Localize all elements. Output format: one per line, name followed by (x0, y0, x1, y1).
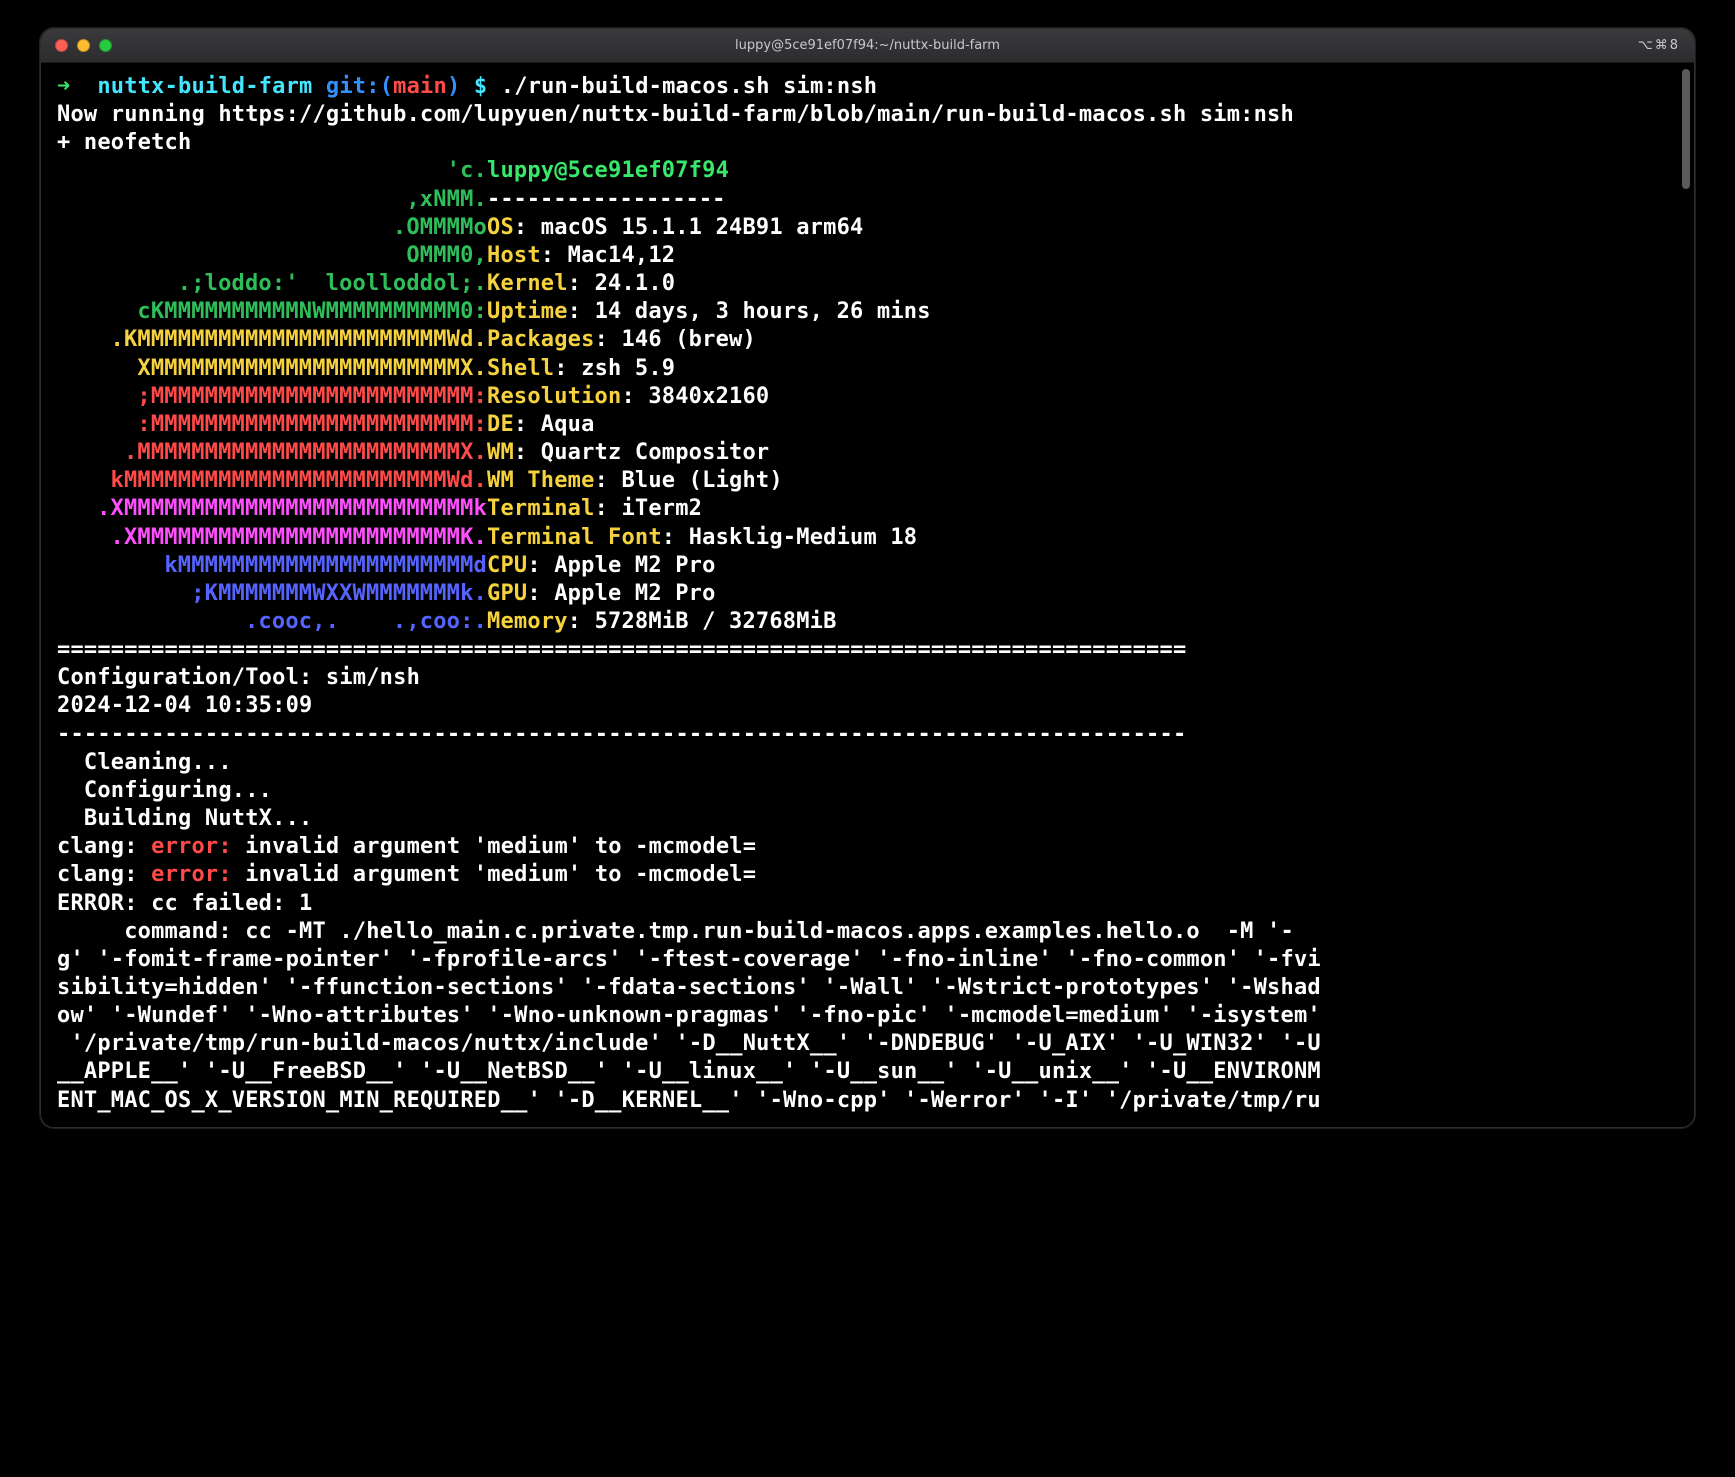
nf-val: Mac14,12 (568, 243, 676, 268)
nf-key: WM Theme (487, 468, 595, 493)
nf-val: Apple M2 Pro (554, 553, 715, 578)
nf-val: iTerm2 (621, 496, 702, 521)
divider-equals: ========================================… (57, 637, 1186, 662)
nf-val: 146 (brew) (621, 327, 755, 352)
timestamp: 2024-12-04 10:35:09 (57, 693, 312, 718)
window-title: luppy@5ce91ef07f94:~/nuttx-build-farm (41, 38, 1694, 53)
nf-key: Terminal (487, 496, 595, 521)
nf-key: CPU (487, 553, 527, 578)
nf-key: Memory (487, 609, 568, 634)
error-word: error: (151, 834, 232, 859)
prompt-arrow: ➜ (57, 74, 70, 99)
step-cleaning: Cleaning... (57, 750, 232, 775)
cc-command-dump: command: cc -MT ./hello_main.c.private.t… (57, 919, 1321, 1113)
nf-key: DE (487, 412, 514, 437)
nf-key: Packages (487, 327, 595, 352)
nf-key: GPU (487, 581, 527, 606)
neofetch-block: 'c. ,xNMM. .OMMMMo OMMM0, .;loddo:' lool… (57, 157, 931, 636)
nf-val: Apple M2 Pro (554, 581, 715, 606)
nf-val: Hasklig-Medium 18 (689, 525, 918, 550)
zoom-icon[interactable] (99, 39, 112, 52)
nf-val: 5728MiB / 32768MiB (595, 609, 837, 634)
neofetch-ascii: 'c. ,xNMM. .OMMMMo OMMM0, .;loddo:' lool… (57, 157, 487, 636)
step-building: Building NuttX... (57, 806, 312, 831)
minimize-icon[interactable] (77, 39, 90, 52)
prompt-dollar: $ (474, 74, 487, 99)
nf-key: Host (487, 243, 541, 268)
nf-key: Shell (487, 356, 554, 381)
nf-val: Blue (Light) (621, 468, 782, 493)
prompt-git-open: git:( (326, 74, 393, 99)
clang-error-line: clang: error: invalid argument 'medium' … (57, 862, 756, 887)
titlebar-shortcut-hint: ⌥⌘8 (1638, 38, 1680, 53)
cc-error-line: ERROR: cc failed: 1 (57, 891, 312, 916)
nf-divider: ------------------ (487, 187, 725, 212)
nf-key: OS (487, 215, 514, 240)
nf-key: Resolution (487, 384, 621, 409)
output-line: Now running https://github.com/lupyuen/n… (57, 102, 1294, 127)
divider-dashes: ----------------------------------------… (57, 722, 1186, 747)
terminal-content[interactable]: ➜ nuttx-build-farm git:(main) $ ./run-bu… (41, 63, 1694, 1127)
prompt-dir: nuttx-build-farm (97, 74, 312, 99)
neofetch-info: luppy@5ce91ef07f94 ------------------ OS… (487, 157, 931, 636)
nf-header: luppy@5ce91ef07f94 (487, 158, 729, 183)
prompt-git-close: ) (447, 74, 460, 99)
nf-key: Uptime (487, 299, 568, 324)
config-line: Configuration/Tool: sim/nsh (57, 665, 420, 690)
nf-val: 14 days, 3 hours, 26 mins (595, 299, 931, 324)
close-icon[interactable] (55, 39, 68, 52)
nf-val: zsh 5.9 (581, 356, 675, 381)
titlebar: luppy@5ce91ef07f94:~/nuttx-build-farm ⌥⌘… (41, 29, 1694, 63)
scrollbar-thumb[interactable] (1682, 69, 1690, 189)
nf-key: WM (487, 440, 514, 465)
terminal-window: luppy@5ce91ef07f94:~/nuttx-build-farm ⌥⌘… (40, 28, 1695, 1128)
nf-val: Aqua (541, 412, 595, 437)
prompt-command: ./run-build-macos.sh sim:nsh (501, 74, 877, 99)
nf-val: 24.1.0 (595, 271, 676, 296)
step-configuring: Configuring... (57, 778, 272, 803)
nf-val: macOS 15.1.1 24B91 arm64 (541, 215, 864, 240)
nf-key: Terminal Font (487, 525, 662, 550)
nf-val: Quartz Compositor (541, 440, 770, 465)
nf-val: 3840x2160 (648, 384, 769, 409)
output-line: + neofetch (57, 130, 191, 155)
error-word: error: (151, 862, 232, 887)
prompt-branch: main (393, 74, 447, 99)
clang-error-line: clang: error: invalid argument 'medium' … (57, 834, 756, 859)
traffic-lights (55, 39, 112, 52)
nf-key: Kernel (487, 271, 568, 296)
